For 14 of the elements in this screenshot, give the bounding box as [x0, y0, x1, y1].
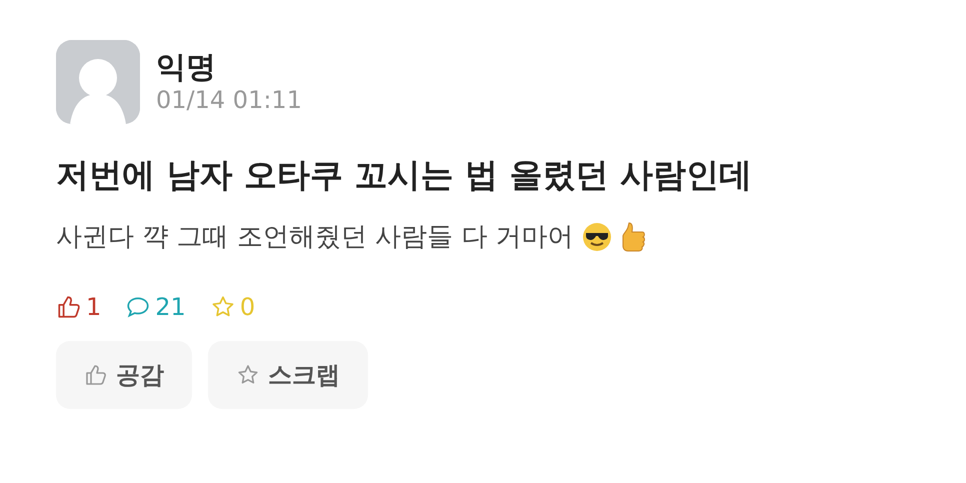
thumbs-up-icon[interactable] — [84, 362, 108, 386]
comment-count: 21 — [155, 292, 186, 322]
like-count: 1 — [86, 292, 102, 322]
scrap-button[interactable]: 스크랩 — [208, 340, 368, 408]
avatar-icon — [56, 40, 140, 124]
author-name: 익명 — [156, 50, 217, 86]
star-icon[interactable] — [236, 362, 260, 386]
scrap-count: 0 — [240, 292, 256, 322]
post-body: 사귄다 꺅 그때 조언해줬던 사람들 다 거마어 — [56, 220, 574, 254]
post-title: 저번에 남자 오타쿠 꼬시는 법 올렸던 사람인데 — [56, 154, 753, 196]
like-button[interactable]: 공감 — [56, 340, 192, 408]
thumbs-up-emoji-icon — [620, 221, 646, 253]
post-time: 01/14 01:11 — [156, 86, 302, 114]
sunglasses-emoji-icon — [582, 222, 612, 252]
